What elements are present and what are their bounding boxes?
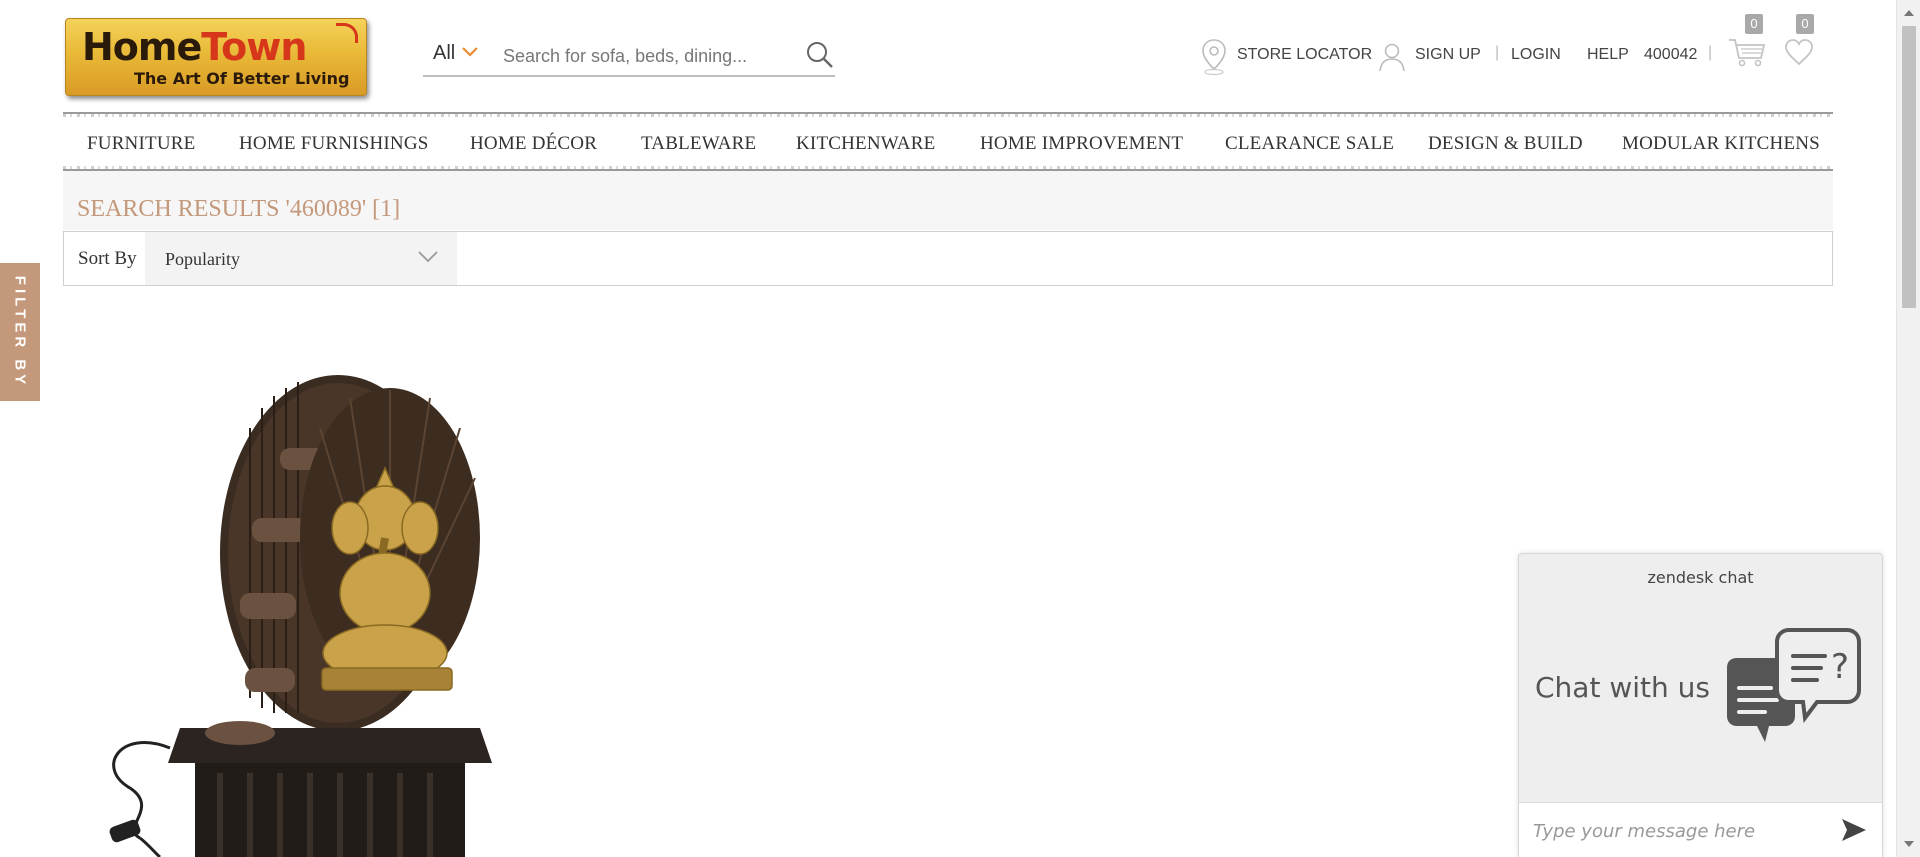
page-scrollbar[interactable]	[1896, 0, 1920, 857]
divider: |	[1708, 44, 1713, 61]
login-link[interactable]: LOGIN	[1511, 46, 1561, 64]
chat-brand: zendesk chat	[1647, 568, 1754, 587]
sort-label: Sort By	[78, 248, 137, 269]
nav-item-design-build[interactable]: DESIGN & BUILD	[1428, 133, 1583, 155]
results-header: SEARCH RESULTS '460089' [1]	[63, 171, 1833, 230]
wishlist-count-badge: 0	[1796, 14, 1814, 34]
user-icon[interactable]	[1378, 42, 1406, 72]
cart-count-badge: 0	[1745, 14, 1763, 34]
main-nav: FURNITURE HOME FURNISHINGS HOME DÉCOR TA…	[63, 112, 1833, 171]
map-pin-icon[interactable]	[1200, 38, 1228, 76]
scroll-thumb[interactable]	[1902, 26, 1916, 308]
chat-widget: zendesk chat Chat with us ?	[1518, 553, 1883, 857]
nav-item-clearance-sale[interactable]: CLEARANCE SALE	[1225, 133, 1394, 155]
heart-icon[interactable]	[1783, 38, 1815, 66]
pincode-link[interactable]: 400042	[1644, 46, 1697, 64]
search-input[interactable]	[503, 42, 793, 70]
chevron-down-icon	[418, 251, 438, 263]
logo-tagline: The Art Of Better Living	[134, 69, 350, 88]
search-bar: All	[423, 34, 835, 77]
logo-wordmark: HomeTown	[82, 25, 307, 69]
store-locator-link[interactable]: STORE LOCATOR	[1237, 46, 1372, 64]
divider: |	[1495, 44, 1500, 61]
nav-item-modular-kitchens[interactable]: MODULAR KITCHENS	[1622, 133, 1820, 155]
filter-by-tab[interactable]: FILTER BY	[0, 263, 40, 401]
send-icon[interactable]	[1840, 817, 1868, 843]
search-results-title: SEARCH RESULTS '460089' [1]	[77, 196, 401, 222]
nav-item-furniture[interactable]: FURNITURE	[87, 133, 195, 155]
sort-selected-value: Popularity	[165, 249, 240, 269]
scroll-up-arrow[interactable]	[1904, 10, 1914, 16]
sign-up-link[interactable]: SIGN UP	[1415, 46, 1481, 64]
chat-message-input[interactable]	[1533, 816, 1813, 846]
nav-item-home-improvement[interactable]: HOME IMPROVEMENT	[980, 133, 1183, 155]
search-icon[interactable]	[805, 40, 835, 70]
nav-item-tableware[interactable]: TABLEWARE	[641, 133, 756, 155]
chat-title[interactable]: Chat with us	[1535, 671, 1710, 704]
nav-item-home-decor[interactable]: HOME DÉCOR	[470, 133, 597, 155]
filter-by-label: FILTER BY	[11, 275, 29, 389]
chat-bubbles-icon: ?	[1727, 628, 1861, 742]
nav-item-kitchenware[interactable]: KITCHENWARE	[796, 133, 935, 155]
search-category-select[interactable]: All	[433, 42, 455, 65]
logo-swoosh	[336, 23, 358, 43]
cart-icon[interactable]	[1727, 34, 1767, 68]
product-image-ganesha-fountain[interactable]	[100, 368, 560, 857]
help-link[interactable]: HELP	[1587, 46, 1629, 64]
chat-input-bar	[1519, 802, 1882, 857]
sort-select[interactable]: Popularity	[145, 232, 457, 285]
hometown-logo[interactable]: HomeTown The Art Of Better Living	[65, 18, 367, 96]
nav-item-home-furnishings[interactable]: HOME FURNISHINGS	[239, 133, 429, 155]
site-header: HomeTown The Art Of Better Living All ST…	[63, 0, 1833, 112]
scroll-down-arrow[interactable]	[1904, 841, 1914, 847]
svg-text:?: ?	[1831, 647, 1849, 687]
sort-bar: Sort By Popularity	[63, 231, 1833, 286]
chevron-down-icon[interactable]	[461, 46, 479, 58]
